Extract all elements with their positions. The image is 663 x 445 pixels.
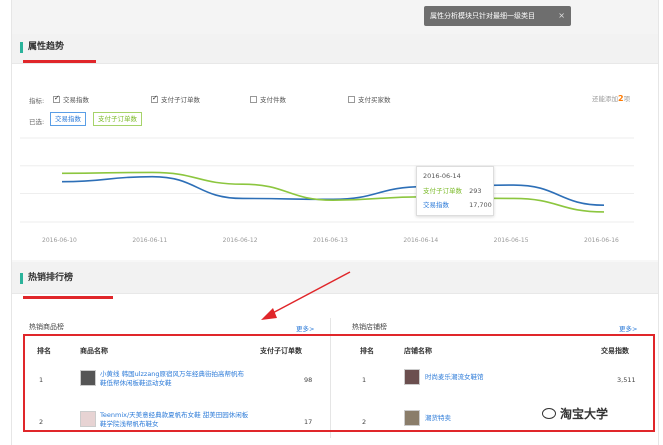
annotation-underline [23,60,96,63]
x-tick-label: 2016-06-13 [313,237,348,244]
notice-text: 属性分析模块只针对最细一级类目 [430,12,535,20]
tooltip-row-paid-suborders: 支付子订单数 293 [423,187,482,195]
indicator-label: 指标: [29,97,45,105]
checkbox-paid-items[interactable]: 支付件数 [250,94,286,104]
wechat-icon [542,408,556,419]
tooltip-row-trade-index: 交易指数 17,700 [423,201,492,209]
checkbox-paid-buyers[interactable]: 支付买家数 [348,94,391,104]
checkbox-paid-suborders[interactable]: 支付子订单数 [151,94,200,104]
watermark: 淘宝大学 [542,405,608,422]
checkbox-checked-icon [53,94,60,103]
x-tick-label: 2016-06-12 [223,237,258,244]
trend-title: 属性趋势 [20,42,64,53]
hot-shops-more-link[interactable]: 更多> [619,323,637,333]
checkbox-empty-icon [250,96,257,103]
selected-label: 已选: [29,118,45,126]
notice-toast: 属性分析模块只针对最细一级类目 × [424,6,571,26]
hot-products-more-link[interactable]: 更多> [296,323,314,333]
trend-header: 属性趋势 [12,34,658,64]
trend-chart: 2016-06-10 2016-06-11 2016-06-12 2016-06-13… [20,137,634,244]
checkbox-empty-icon [348,96,355,103]
series-line [61,171,605,213]
hot-products-label: 热销商品榜 [29,323,64,331]
chart-x-ticks: 2016-06-10 2016-06-11 2016-06-12 2016-06-13… [42,237,619,244]
x-tick-label: 2016-06-11 [132,237,167,244]
selected-tag-paid-suborders[interactable]: 支付子订单数 [93,112,142,126]
annotation-underline [23,296,113,299]
checkbox-checked-icon [151,94,158,103]
remaining-count: 还能添加2项 [592,94,631,103]
x-tick-label: 2016-06-15 [494,237,529,244]
tooltip-date: 2016-06-14 [423,172,461,180]
hot-shops-label: 热销店铺榜 [352,323,387,331]
chart-grid [20,137,634,223]
annotation-arrow [261,271,351,320]
checkbox-trade-index[interactable]: 交易指数 [53,94,89,104]
chart-tooltip: 2016-06-14 支付子订单数 293 交易指数 17,700 [416,166,494,216]
ranking-title: 热销排行榜 [20,273,73,284]
x-tick-label: 2016-06-16 [584,237,619,244]
x-tick-label: 2016-06-10 [42,237,77,244]
x-tick-label: 2016-06-14 [403,237,438,244]
close-icon[interactable]: × [558,6,565,26]
chart-lines [61,171,605,213]
selected-tag-trade-index[interactable]: 交易指数 [50,112,86,126]
